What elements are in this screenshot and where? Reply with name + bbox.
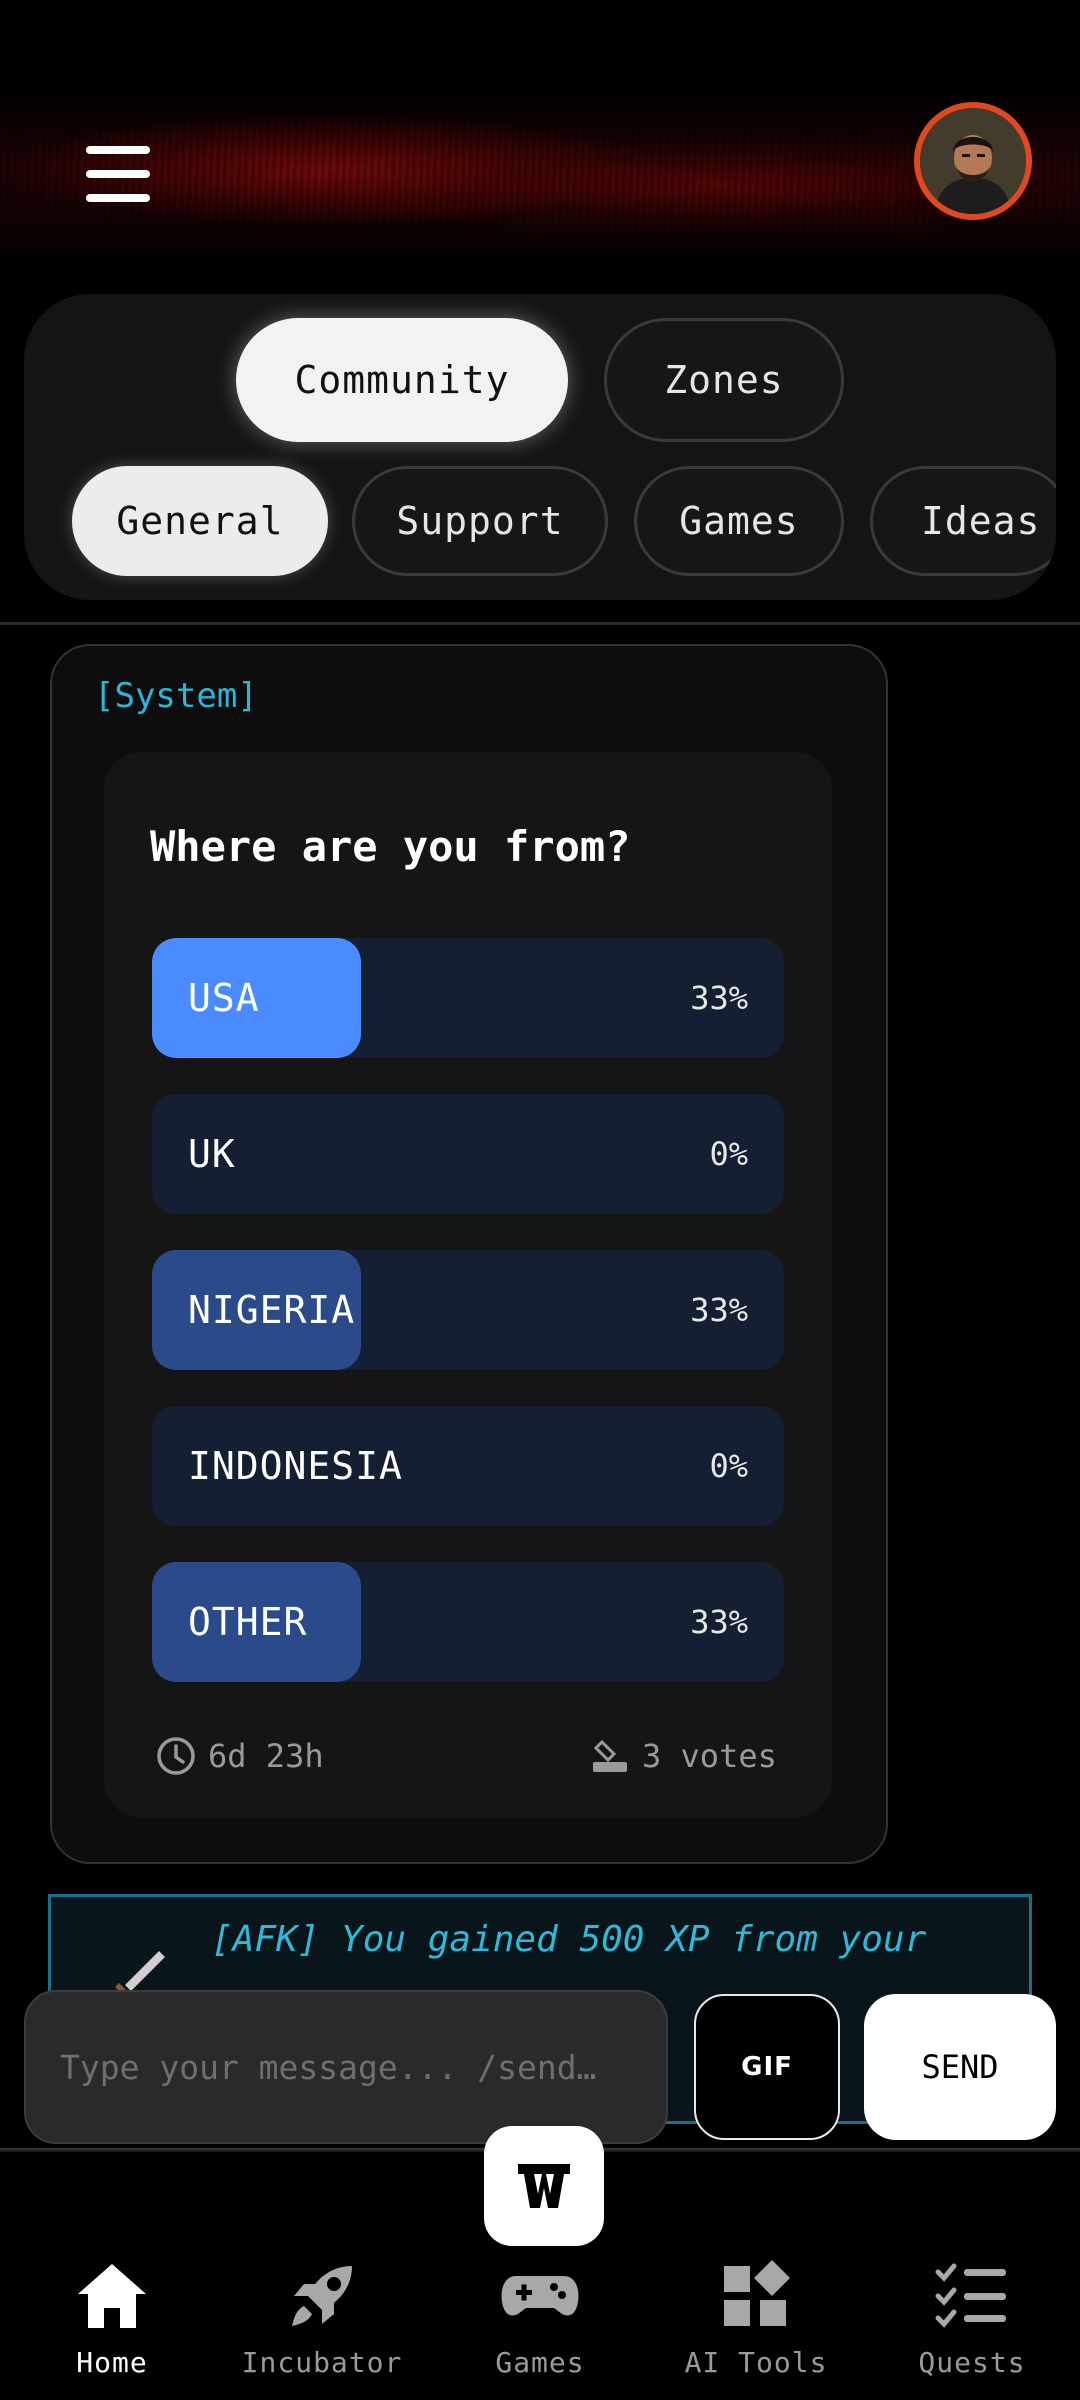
- hamburger-menu-icon[interactable]: [86, 146, 150, 202]
- nav-label: Quests: [918, 2346, 1026, 2379]
- clock-icon: [157, 1737, 195, 1775]
- poll-option-percent: 33%: [690, 1603, 748, 1641]
- send-button[interactable]: SEND: [864, 1994, 1056, 2140]
- poll-option[interactable]: USA 33%: [152, 938, 784, 1058]
- rocket-icon: [292, 2266, 352, 2326]
- poll-option-label: NIGERIA: [188, 1288, 356, 1332]
- channel-chip-support[interactable]: Support: [352, 466, 608, 576]
- poll-option-percent: 33%: [690, 979, 748, 1017]
- nav-label: Games: [495, 2346, 585, 2379]
- nav-home[interactable]: Home: [4, 2256, 220, 2379]
- poll-time-left: 6d 23h: [156, 1736, 324, 1776]
- w-logo-icon: [518, 2164, 570, 2208]
- nav-label: Incubator: [241, 2346, 403, 2379]
- poll-option-percent: 0%: [709, 1135, 748, 1173]
- poll-option-label: USA: [188, 976, 260, 1020]
- poll-option[interactable]: OTHER 33%: [152, 1562, 784, 1682]
- channel-chip-ideas[interactable]: Ideas: [870, 466, 1056, 576]
- channel-chip-general[interactable]: General: [72, 466, 328, 576]
- gif-button[interactable]: GIF: [694, 1994, 840, 2140]
- message-composer: [24, 1990, 668, 2144]
- poll-option[interactable]: INDONESIA 0%: [152, 1406, 784, 1526]
- home-icon: [78, 2264, 146, 2328]
- checklist-icon: [935, 2263, 1006, 2328]
- poll-option-label: INDONESIA: [188, 1444, 403, 1488]
- afk-notice-text: [AFK] You gained 500 XP from your: [211, 1919, 927, 1960]
- tab-zones[interactable]: Zones: [604, 318, 844, 442]
- nav-label: AI Tools: [684, 2346, 828, 2379]
- poll-option[interactable]: UK 0%: [152, 1094, 784, 1214]
- gamepad-icon: [501, 2276, 579, 2316]
- nav-games[interactable]: Games: [432, 2256, 648, 2379]
- tab-community[interactable]: Community: [236, 318, 568, 442]
- tabs-panel: Community Zones General Support Games Id…: [24, 294, 1056, 600]
- user-avatar[interactable]: [914, 102, 1032, 220]
- ballot-icon: [593, 1739, 627, 1772]
- channel-chip-games[interactable]: Games: [634, 466, 844, 576]
- nav-label: Home: [76, 2346, 148, 2379]
- poll-option-percent: 33%: [690, 1291, 748, 1329]
- divider: [0, 622, 1080, 625]
- votes-text: 3 votes: [642, 1737, 777, 1775]
- poll-option-label: OTHER: [188, 1600, 308, 1644]
- poll-option[interactable]: NIGERIA 33%: [152, 1250, 784, 1370]
- sender-tag: [System]: [94, 676, 258, 716]
- poll-question: Where are you from?: [150, 822, 631, 871]
- nav-ai-tools[interactable]: AI Tools: [648, 2256, 864, 2379]
- time-left-text: 6d 23h: [208, 1737, 324, 1775]
- nav-quests[interactable]: Quests: [864, 2256, 1080, 2379]
- poll-vote-count: 3 votes: [590, 1736, 777, 1776]
- message-input[interactable]: [60, 2047, 666, 2087]
- nav-incubator[interactable]: Incubator: [214, 2256, 430, 2379]
- poll-option-percent: 0%: [709, 1447, 748, 1485]
- poll-option-label: UK: [188, 1132, 236, 1176]
- widgets-icon: [724, 2260, 790, 2326]
- app-logo-button[interactable]: [484, 2126, 604, 2246]
